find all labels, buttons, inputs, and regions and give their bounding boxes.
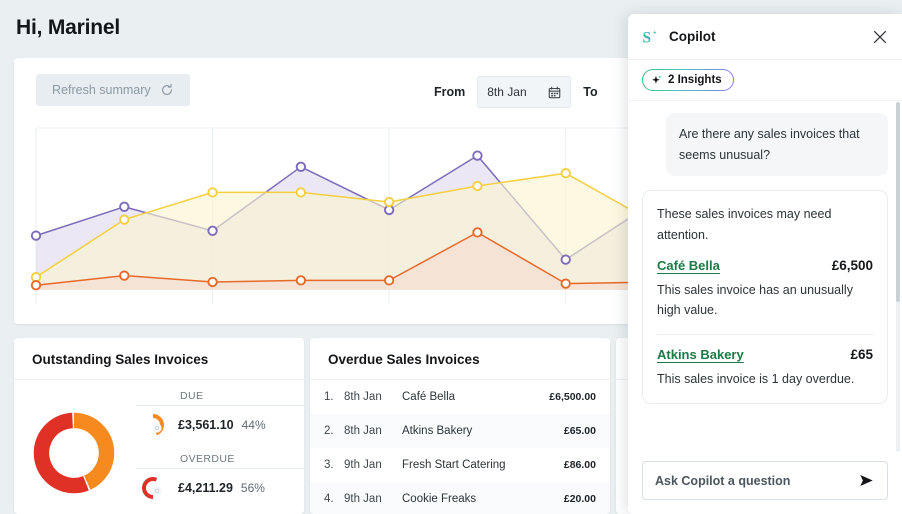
row-amount: £86.00 [563, 459, 596, 471]
row-date: 8th Jan [344, 391, 382, 403]
row-date: 8th Jan [344, 425, 382, 437]
ask-copilot-box[interactable] [642, 461, 888, 500]
row-date: 9th Jan [344, 459, 382, 471]
refresh-summary-label: Refresh summary [52, 83, 151, 97]
assistant-intro: These sales invoices may need attention. [657, 207, 832, 242]
calendar-icon [548, 86, 561, 98]
copilot-title: Copilot [669, 29, 716, 44]
insights-badge[interactable]: 2 Insights [642, 69, 734, 91]
row-customer: Atkins Bakery [402, 425, 473, 437]
legend-percent-due: 44% [241, 418, 266, 432]
row-index: 1. [324, 391, 334, 403]
insight-amount-atkins-bakery: £65 [850, 346, 873, 362]
user-message: Are there any sales invoices that seems … [666, 113, 888, 177]
assistant-message: These sales invoices may need attention.… [642, 190, 888, 405]
outstanding-legend: DUE £3,561.10 44% OVERDUE £4,211.29 56% [136, 390, 304, 514]
copilot-panel: S Copilot 2 Insights Are there any sales… [628, 14, 902, 514]
to-label: To [583, 85, 598, 99]
from-date-picker[interactable]: 8th Jan [477, 76, 572, 108]
from-label: From [434, 85, 466, 99]
overdue-sales-invoices-card: Overdue Sales Invoices 1. 8th Jan Café Bel… [310, 338, 610, 514]
overdue-title: Overdue Sales Invoices [328, 352, 480, 367]
app-root: Hi, Marinel Refresh summary From 8th Jan [0, 0, 902, 514]
table-row[interactable]: 1. 8th Jan Café Bella £6,500.00 [310, 380, 610, 414]
copilot-subheader: 2 Insights [628, 60, 902, 101]
legend-rule [136, 405, 304, 406]
legend-rule [136, 468, 304, 469]
legend-item-overdue: OVERDUE £4,211.29 56% [136, 453, 304, 503]
table-row[interactable]: 4. 9th Jan Cookie Freaks £20.00 [310, 482, 610, 514]
sparkle-icon [652, 75, 661, 84]
outstanding-donut-chart [33, 412, 115, 494]
legend-mini-donut-due [142, 414, 164, 436]
insight-amount-cafe-bella: £6,500 [831, 257, 873, 273]
row-amount: £65.00 [563, 425, 596, 437]
from-date-value: 8th Jan [487, 85, 527, 99]
legend-mini-donut-overdue [142, 477, 164, 499]
copilot-conversation: Are there any sales invoices that seems … [628, 101, 902, 443]
row-customer: Café Bella [402, 391, 456, 403]
row-customer: Fresh Start Catering [402, 459, 506, 471]
insight-item-2: Atkins Bakery £65 This sales invoice is … [657, 347, 873, 390]
insight-divider [657, 333, 873, 335]
outstanding-content: DUE £3,561.10 44% OVERDUE £4,211.29 56% [14, 380, 304, 514]
insight-item-1: Café Bella £6,500 This sales invoice has… [657, 258, 873, 321]
row-amount: £6,500.00 [549, 391, 596, 403]
legend-amount-due: £3,561.10 [178, 418, 234, 432]
insight-link-atkins-bakery[interactable]: Atkins Bakery [657, 347, 744, 362]
insight-description-cafe-bella: This sales invoice has an unusually high… [657, 282, 853, 318]
refresh-icon [161, 83, 172, 95]
row-amount: £20.00 [563, 493, 596, 505]
ask-copilot-input[interactable] [655, 473, 858, 488]
page-title: Hi, Marinel [16, 16, 120, 39]
legend-amount-overdue: £4,211.29 [178, 481, 233, 495]
row-date: 9th Jan [344, 493, 382, 505]
outstanding-title: Outstanding Sales Invoices [32, 352, 209, 367]
close-icon[interactable] [872, 29, 888, 45]
overdue-invoice-list: 1. 8th Jan Café Bella £6,500.00 2. 8th Jan Atk… [310, 380, 610, 514]
insights-badge-label: 2 Insights [668, 74, 722, 86]
copilot-input-area [628, 451, 902, 514]
refresh-summary-button[interactable]: Refresh summary [36, 74, 190, 106]
send-icon[interactable] [858, 472, 875, 489]
legend-percent-overdue: 56% [240, 481, 265, 495]
insight-link-cafe-bella[interactable]: Café Bella [657, 258, 720, 273]
legend-label-overdue: OVERDUE [180, 453, 235, 465]
legend-label-due: DUE [180, 390, 204, 402]
table-row[interactable]: 3. 9th Jan Fresh Start Catering £86.00 [310, 448, 610, 482]
svg-text:S: S [642, 29, 651, 46]
row-index: 4. [324, 493, 334, 505]
table-row[interactable]: 2. 8th Jan Atkins Bakery £65.00 [310, 414, 610, 448]
copilot-scrollbar-thumb[interactable] [896, 102, 900, 302]
insight-description-atkins-bakery: This sales invoice is 1 day overdue. [657, 371, 855, 386]
copilot-header: S Copilot [628, 14, 902, 60]
copilot-s-icon: S [642, 29, 657, 46]
legend-item-due: DUE £3,561.10 44% [136, 390, 304, 440]
row-index: 2. [324, 425, 334, 437]
outstanding-sales-invoices-card: Outstanding Sales Invoices DUE £3,561.10… [14, 338, 304, 514]
date-range-controls: From 8th Jan To [434, 76, 598, 108]
row-index: 3. [324, 459, 334, 471]
row-customer: Cookie Freaks [402, 493, 477, 505]
